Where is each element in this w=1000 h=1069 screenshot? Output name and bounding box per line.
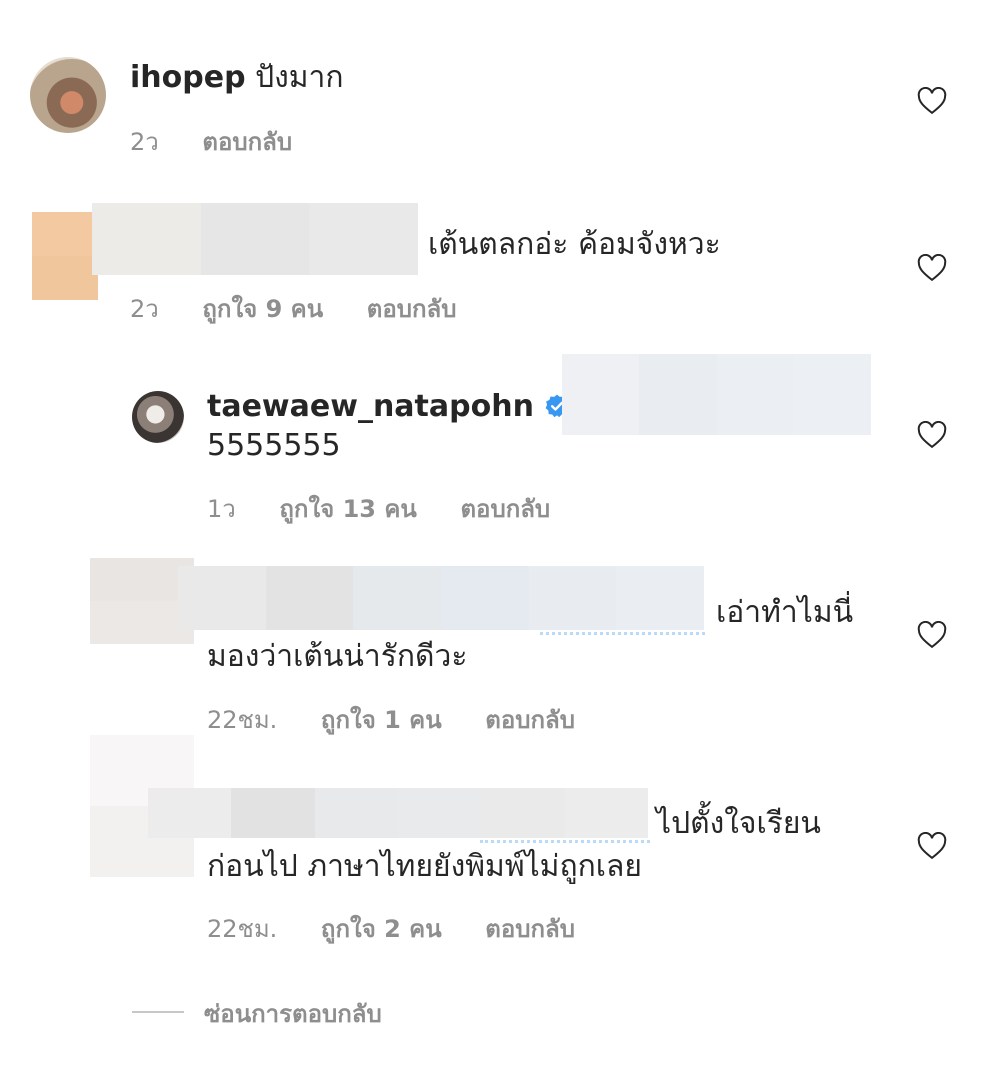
likes-count[interactable]: ถูกใจ 2 คน [321, 915, 442, 943]
avatar[interactable] [30, 57, 106, 133]
comment-time: 22ชม. [207, 706, 278, 734]
comment-body-line2: มองว่าเต้นน่ารักดีวะ [207, 639, 468, 674]
comment-time: 22ชม. [207, 915, 278, 943]
hide-replies-button[interactable]: ซ่อนการตอบกลับ [204, 994, 382, 1033]
comment-time: 2ว [130, 128, 159, 156]
likes-count[interactable]: ถูกใจ 9 คน [202, 295, 323, 323]
username[interactable]: ihopep [130, 60, 246, 95]
username[interactable]: taewaew_natapohn [207, 389, 534, 424]
redacted-username [92, 203, 419, 275]
likes-count[interactable]: ถูกใจ 13 คน [279, 495, 416, 523]
comment-body: ปังมาก [255, 60, 344, 95]
comment-meta: 22ชม. ถูกใจ 1 คน ตอบกลับ [207, 700, 611, 739]
mention-underline [480, 836, 650, 843]
redacted-username [178, 566, 705, 630]
heart-icon[interactable] [917, 832, 947, 860]
comment-body-line2: ก่อนไป ภาษาไทยยังพิมพ์ไม่ถูกเลย [207, 849, 642, 884]
reply-button[interactable]: ตอบกลับ [485, 915, 575, 943]
mention-underline [540, 628, 705, 635]
avatar[interactable] [132, 391, 184, 443]
comment-text: ihopep ปังมาก [130, 58, 344, 98]
redacted-avatar [32, 212, 98, 300]
likes-count[interactable]: ถูกใจ 1 คน [321, 706, 442, 734]
comment-body: เต้นตลกอ่ะ ค้อมจังหวะ [428, 227, 721, 262]
comment-meta: 1ว ถูกใจ 13 คน ตอบกลับ [207, 489, 586, 528]
reply-button[interactable]: ตอบกลับ [367, 295, 457, 323]
comment-body-line1: ไปตั้งใจเรียน [656, 806, 821, 841]
redacted-username [148, 788, 648, 838]
redacted-mention [562, 354, 871, 435]
comment-body-line1: เอ่าทำไมนี่ [716, 595, 854, 630]
comment-username-row: taewaew_natapohn [207, 387, 570, 427]
comment-meta: 2ว ตอบกลับ [130, 122, 328, 161]
heart-icon[interactable] [917, 421, 947, 449]
reply-button[interactable]: ตอบกลับ [202, 128, 292, 156]
reply-button[interactable]: ตอบกลับ [460, 495, 550, 523]
comment-body: 5555555 [207, 428, 341, 463]
heart-icon[interactable] [917, 621, 947, 649]
heart-icon[interactable] [917, 254, 947, 282]
comment-meta: 22ชม. ถูกใจ 2 คน ตอบกลับ [207, 909, 611, 948]
comment-time: 1ว [207, 495, 236, 523]
heart-icon[interactable] [917, 87, 947, 115]
hide-replies-divider [132, 1011, 184, 1013]
reply-button[interactable]: ตอบกลับ [485, 706, 575, 734]
comment-meta: 2ว ถูกใจ 9 คน ตอบกลับ [130, 289, 492, 328]
comment-time: 2ว [130, 295, 159, 323]
